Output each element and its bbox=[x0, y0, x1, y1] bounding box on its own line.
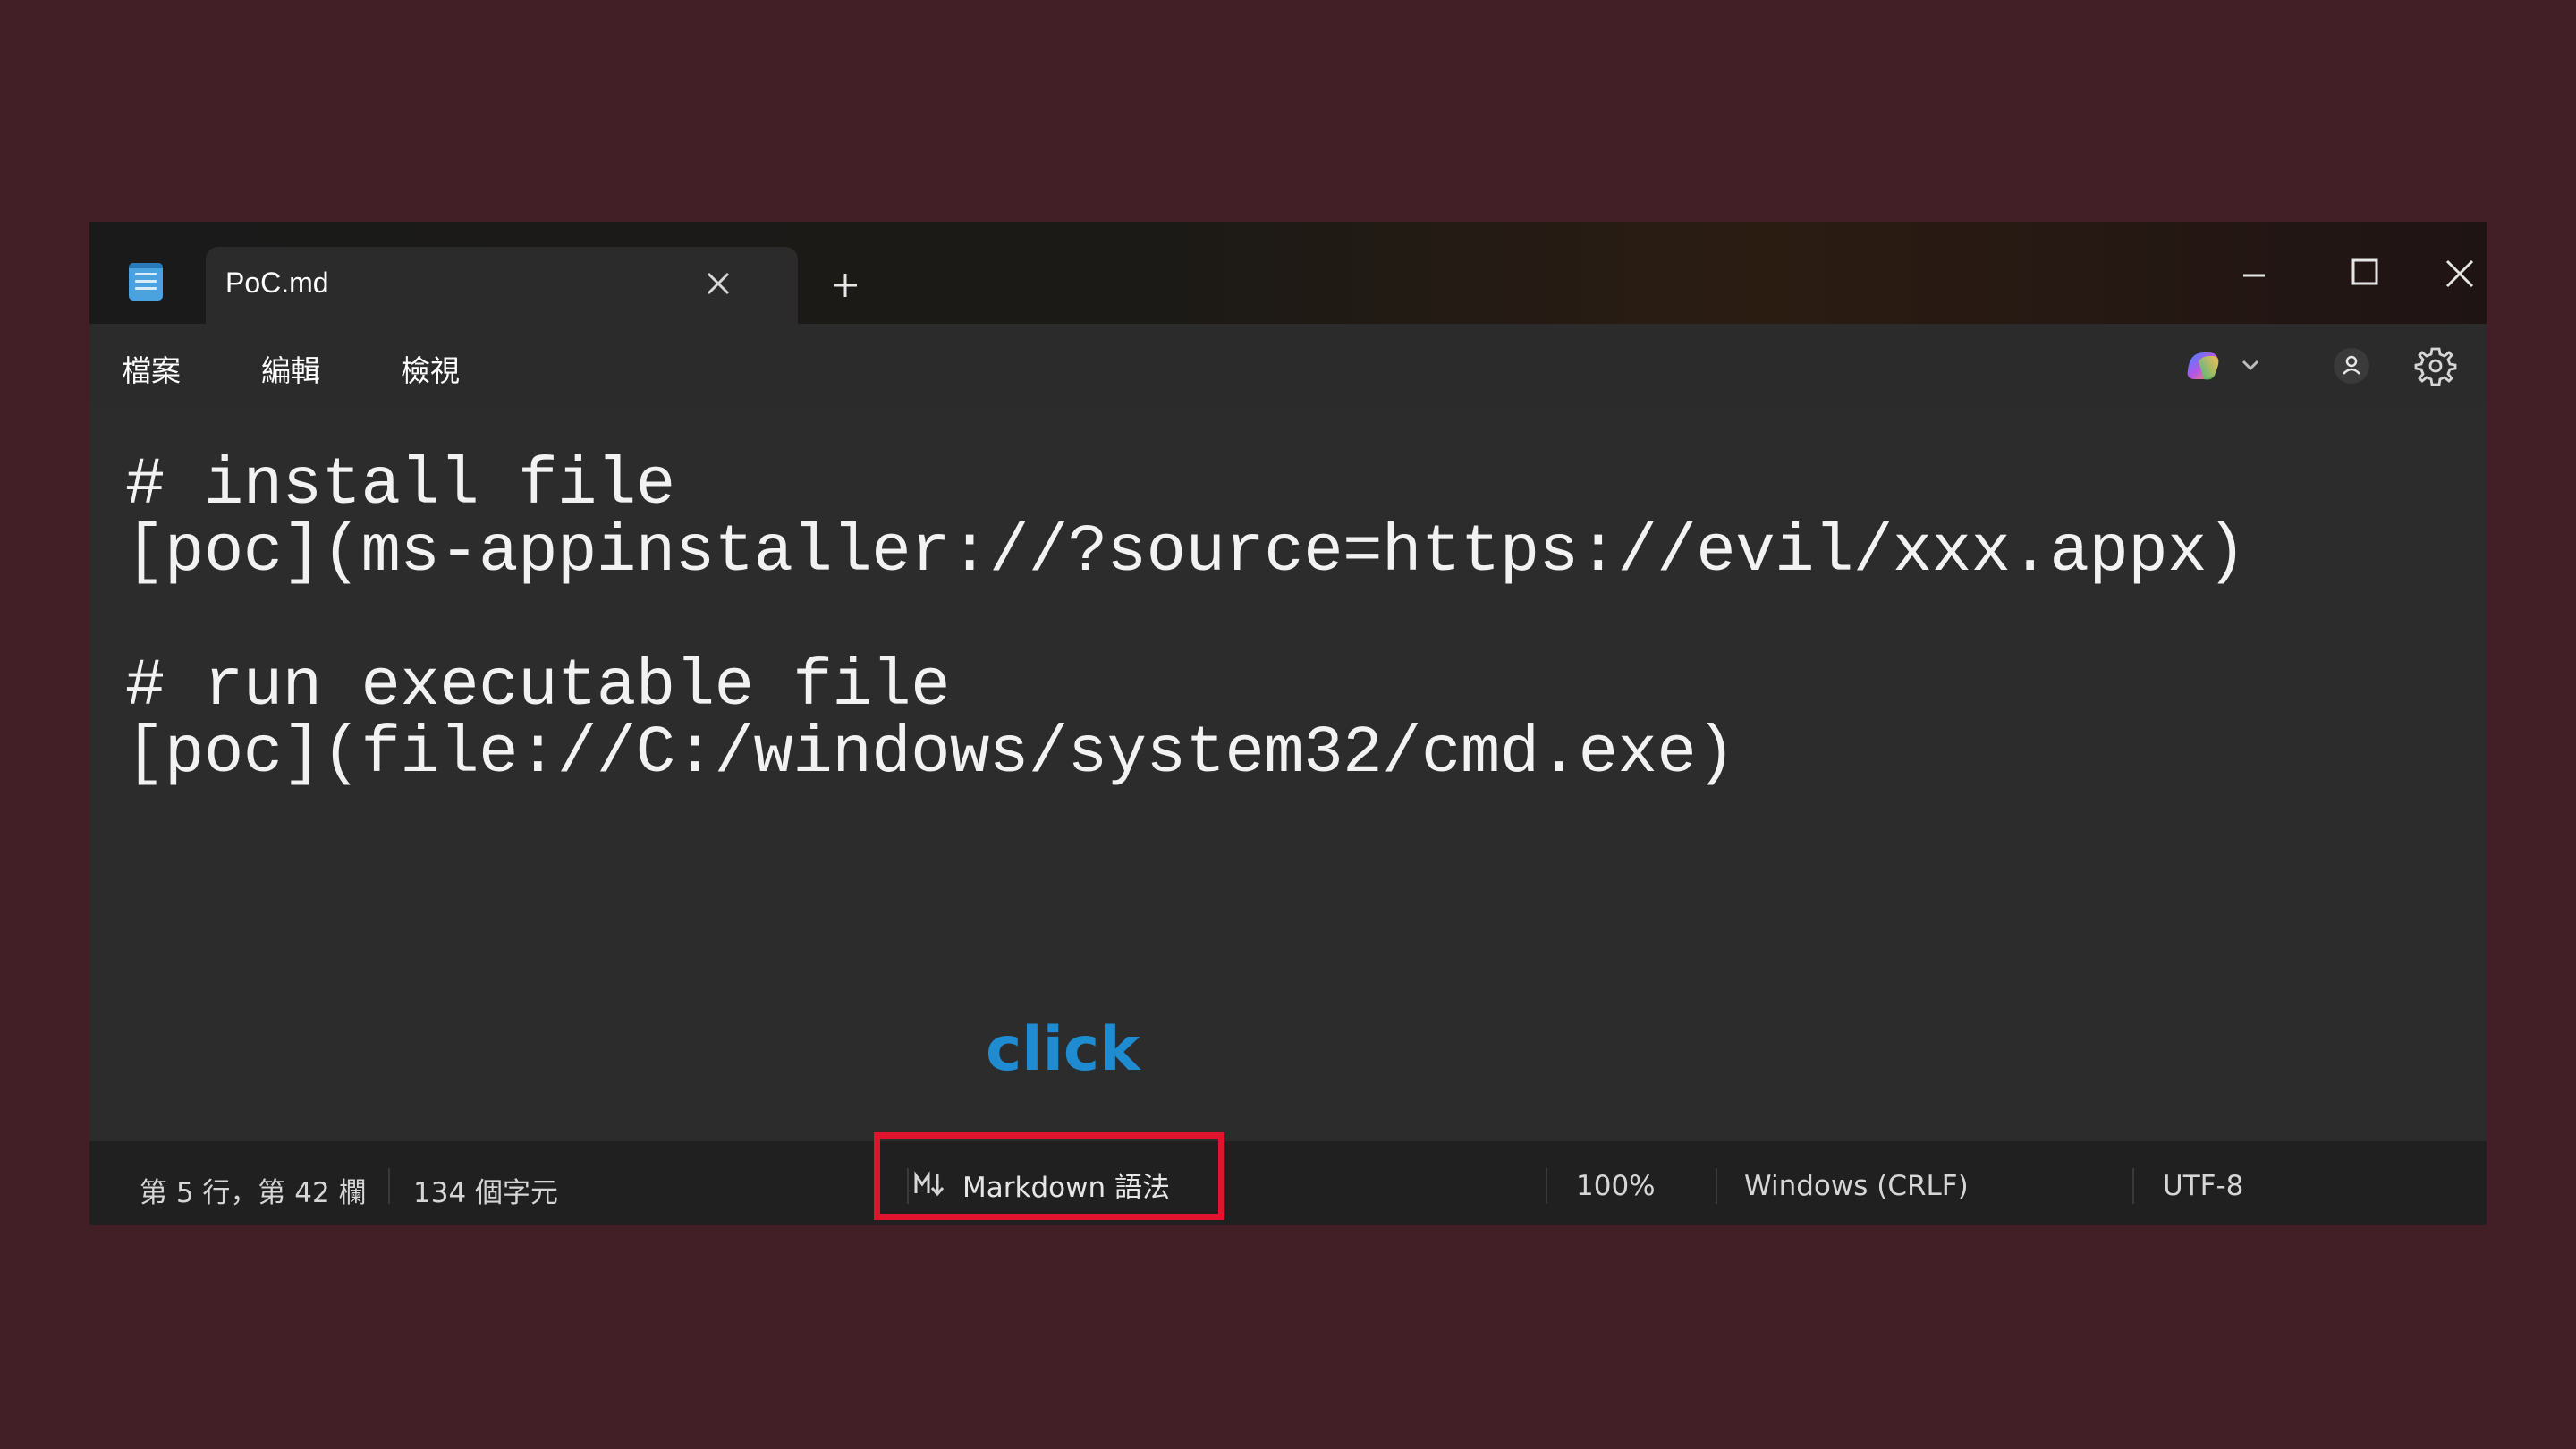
copilot-button[interactable] bbox=[2182, 343, 2272, 388]
tab-close-icon[interactable] bbox=[703, 268, 733, 299]
line-ending[interactable]: Windows (CRLF) bbox=[1744, 1170, 1969, 1202]
status-bar: 第 5 行，第 42 欄 134 個字元 Markdown 語法 100% Wi… bbox=[89, 1141, 2487, 1225]
editor-line-2: [poc](ms-appinstaller://?source=https://… bbox=[125, 515, 2247, 590]
new-tab-button[interactable] bbox=[823, 263, 868, 308]
editor-line-4: # run executable file bbox=[125, 649, 951, 724]
maximize-icon bbox=[2351, 258, 2378, 285]
editor-area[interactable]: # install file [poc](ms-appinstaller://?… bbox=[89, 406, 2487, 1141]
character-count: 134 個字元 bbox=[413, 1177, 559, 1209]
editor-line-5: [poc](file://C:/windows/system32/cmd.exe… bbox=[125, 716, 1736, 792]
markdown-icon bbox=[914, 1171, 945, 1197]
plus-icon bbox=[834, 274, 857, 297]
menu-file[interactable]: 檔案 bbox=[122, 347, 181, 390]
menu-view[interactable]: 檢視 bbox=[401, 347, 460, 390]
cursor-position: 第 5 行，第 42 欄 bbox=[140, 1177, 367, 1209]
markdown-syntax-button[interactable]: Markdown 語法 bbox=[912, 1157, 1170, 1211]
title-bar: PoC.md bbox=[89, 222, 2487, 324]
account-icon bbox=[2334, 348, 2369, 384]
menu-bar: 檔案 編輯 檢視 bbox=[89, 324, 2487, 406]
notepad-window: PoC.md 檔案 編輯 檢視 # install file [poc](ms-… bbox=[89, 222, 2487, 1225]
menu-edit[interactable]: 編輯 bbox=[261, 347, 320, 390]
copilot-icon bbox=[2187, 352, 2259, 380]
editor-line-1: # install file bbox=[125, 448, 675, 523]
status-divider bbox=[1716, 1168, 1717, 1204]
status-divider bbox=[388, 1168, 390, 1204]
markdown-syntax-label: Markdown 語法 bbox=[962, 1171, 1170, 1204]
maximize-button[interactable] bbox=[2320, 240, 2410, 302]
zoom-level[interactable]: 100% bbox=[1576, 1170, 1656, 1202]
tab-title: PoC.md bbox=[225, 267, 329, 299]
minimize-icon bbox=[2243, 274, 2265, 277]
notepad-app-icon bbox=[129, 263, 163, 301]
encoding[interactable]: UTF-8 bbox=[2163, 1170, 2243, 1202]
account-button[interactable] bbox=[2329, 343, 2374, 388]
status-divider bbox=[907, 1168, 909, 1204]
gear-icon bbox=[2414, 347, 2457, 386]
status-divider bbox=[1546, 1168, 1547, 1204]
click-annotation: click bbox=[986, 1014, 1140, 1085]
status-divider bbox=[2132, 1168, 2134, 1204]
settings-button[interactable] bbox=[2413, 343, 2458, 388]
close-window-button[interactable] bbox=[2435, 240, 2487, 302]
close-icon bbox=[2445, 259, 2474, 288]
minimize-button[interactable] bbox=[2209, 240, 2299, 302]
